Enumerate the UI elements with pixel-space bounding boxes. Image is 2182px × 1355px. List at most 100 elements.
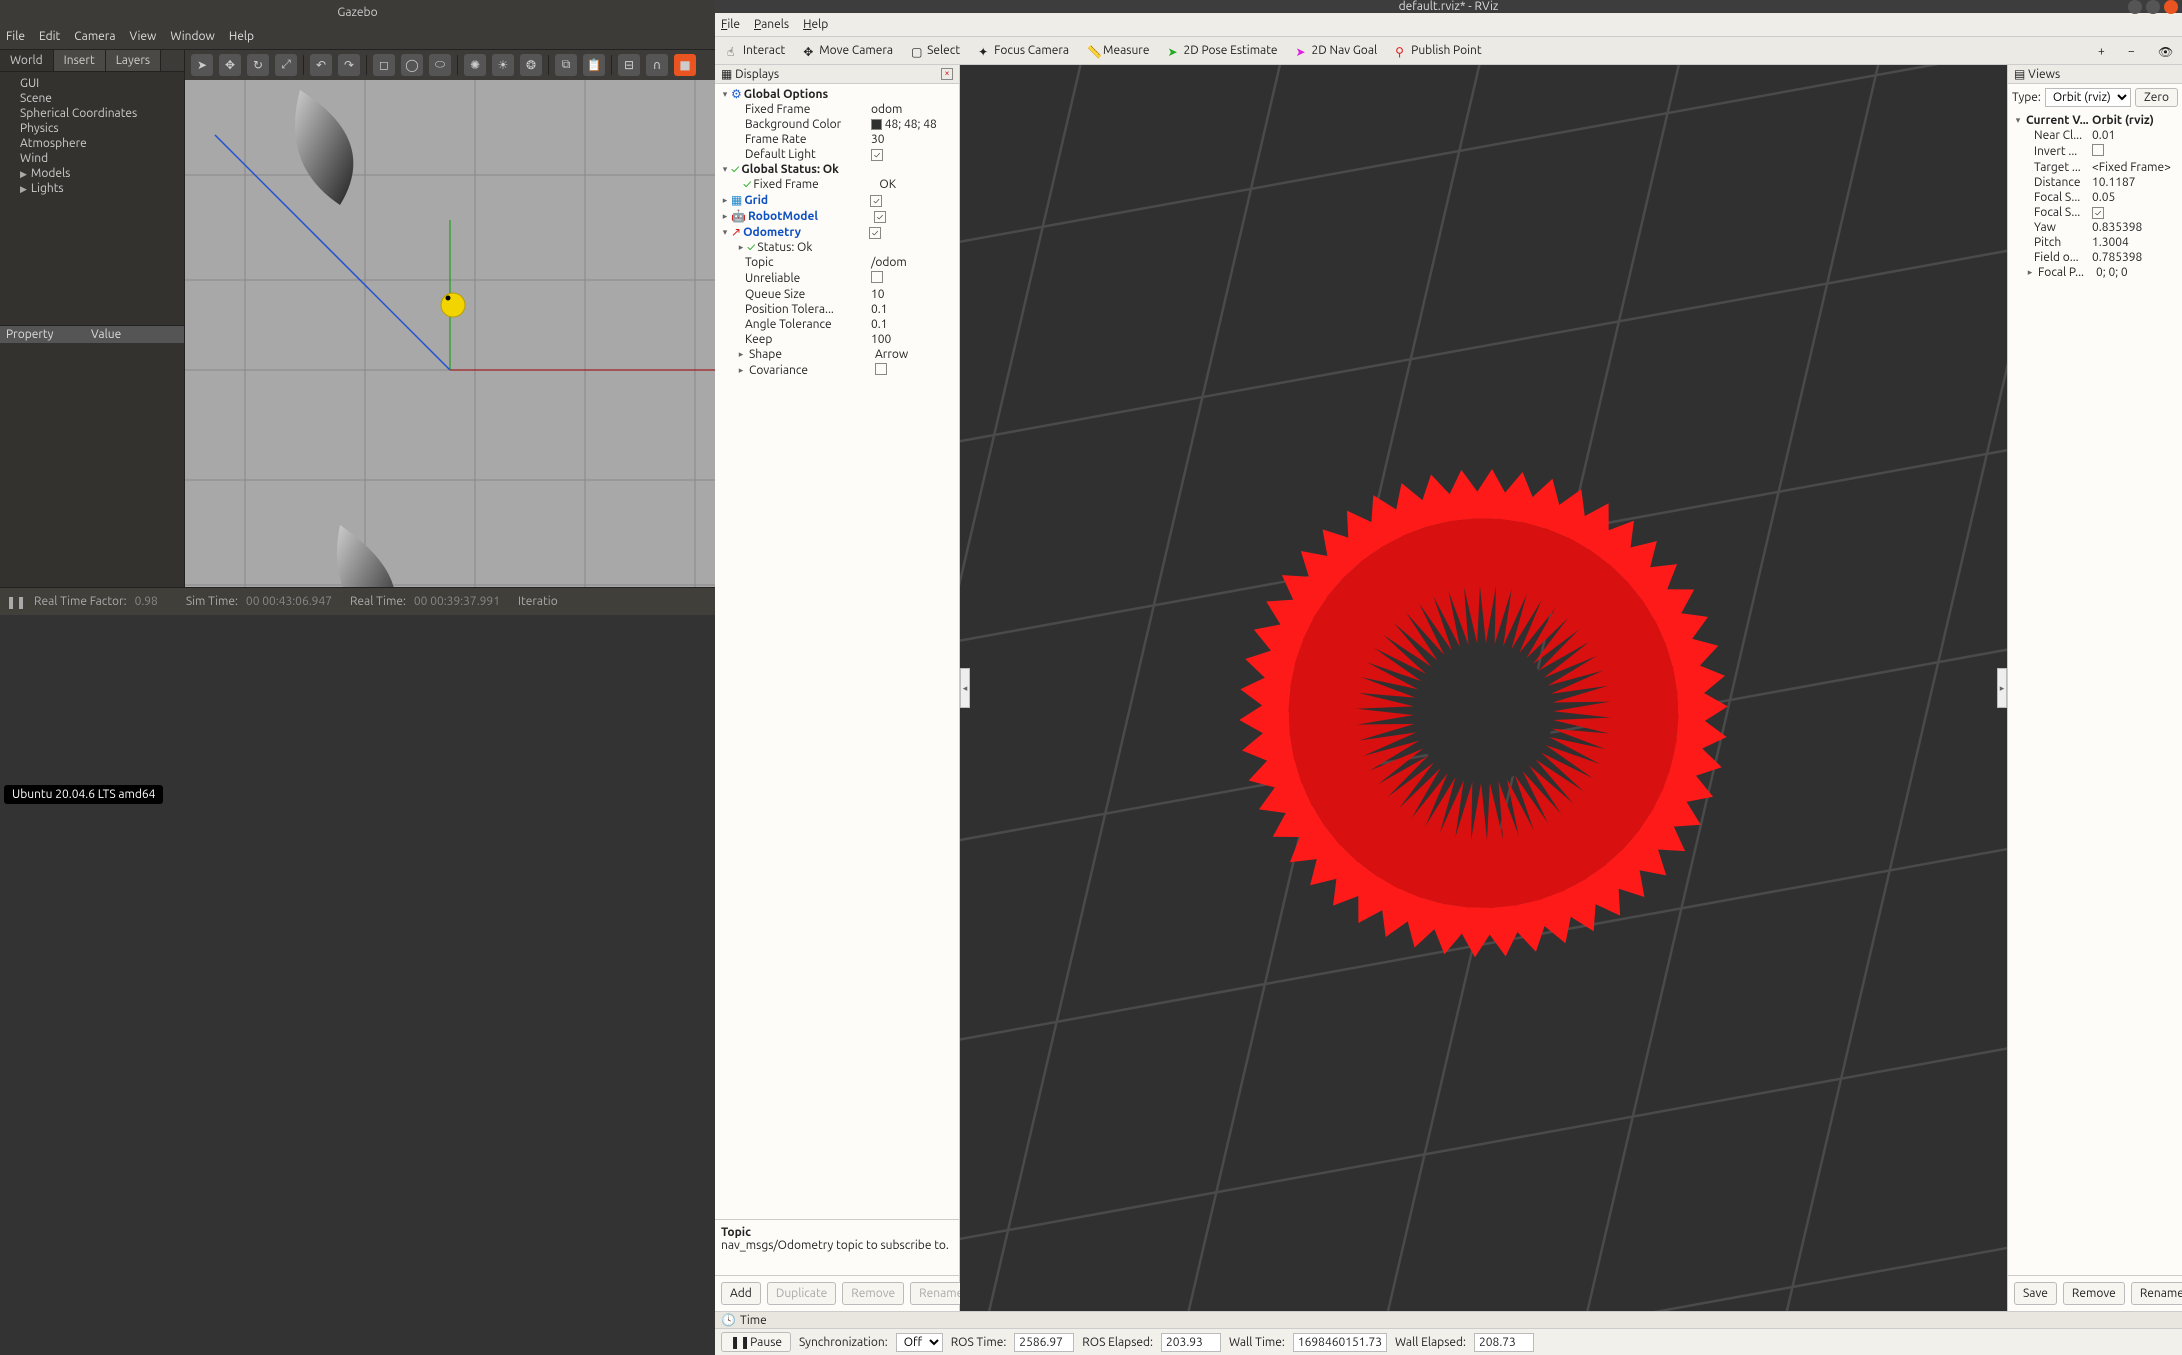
world-tree[interactable]: GUI Scene Spherical Coordinates Physics … bbox=[0, 72, 184, 325]
tool-light3[interactable]: ❂ bbox=[520, 54, 542, 76]
row-bgcolor[interactable]: Background Color bbox=[743, 118, 871, 131]
pause-button[interactable]: ❚❚Pause bbox=[721, 1332, 791, 1352]
checkbox-cov[interactable] bbox=[875, 363, 887, 375]
tree-lights[interactable]: Lights bbox=[8, 181, 176, 196]
color-swatch[interactable] bbox=[871, 119, 882, 130]
expand-icon[interactable]: ▾ bbox=[719, 164, 731, 175]
gz-menu-camera[interactable]: Camera bbox=[74, 30, 115, 43]
splitter-right-icon[interactable]: ▸ bbox=[1997, 668, 2007, 708]
tree-atmosphere[interactable]: Atmosphere bbox=[8, 136, 176, 151]
gz-menu-view[interactable]: View bbox=[130, 30, 157, 43]
tool-2dpose[interactable]: ➤2D Pose Estimate bbox=[1159, 40, 1285, 61]
expand-icon[interactable]: ▸ bbox=[735, 365, 747, 376]
gz-menu-edit[interactable]: Edit bbox=[39, 30, 60, 43]
displays-tree[interactable]: ▾⚙Global Options Fixed Frameodom Backgro… bbox=[715, 84, 959, 1219]
close-icon[interactable] bbox=[2164, 0, 2178, 14]
view-save-button[interactable]: Save bbox=[2014, 1282, 2057, 1305]
tool-align[interactable]: ⊟ bbox=[618, 54, 640, 76]
row-fixedframe[interactable]: Fixed Frame bbox=[743, 103, 871, 116]
gazebo-3d-scene[interactable] bbox=[185, 80, 715, 587]
expand-icon[interactable]: ▸ bbox=[735, 242, 747, 253]
row-distance[interactable]: Distance bbox=[2032, 176, 2092, 189]
sync-select[interactable]: Off bbox=[896, 1333, 943, 1352]
add-button[interactable]: Add bbox=[721, 1282, 761, 1305]
tool-cyl[interactable]: ⬭ bbox=[429, 54, 451, 76]
row-pitch[interactable]: Pitch bbox=[2032, 236, 2092, 249]
checkbox-invert[interactable] bbox=[2092, 144, 2104, 156]
checkbox-robotmodel[interactable]: ✓ bbox=[874, 211, 886, 223]
tool-box[interactable]: ◻ bbox=[373, 54, 395, 76]
tool-snap[interactable]: ∩ bbox=[646, 54, 668, 76]
row-yaw[interactable]: Yaw bbox=[2032, 221, 2092, 234]
tool-select[interactable]: ➤ bbox=[191, 54, 213, 76]
gz-menu-file[interactable]: File bbox=[6, 30, 25, 43]
pause-icon[interactable]: ❚❚ bbox=[6, 592, 26, 612]
splitter-left-icon[interactable]: ◂ bbox=[960, 668, 970, 708]
row-angtol[interactable]: Angle Tolerance bbox=[743, 318, 871, 331]
tool-add-display[interactable]: + bbox=[2090, 41, 2118, 61]
tool-light2[interactable]: ☀ bbox=[492, 54, 514, 76]
row-grid[interactable]: Grid bbox=[742, 194, 870, 207]
panel-close-icon[interactable]: × bbox=[941, 68, 953, 80]
row-focalp[interactable]: Focal P... bbox=[2036, 266, 2096, 279]
expand-icon[interactable]: ▸ bbox=[719, 211, 731, 222]
row-unreliable[interactable]: Unreliable bbox=[743, 272, 871, 285]
row-field[interactable]: Field o... bbox=[2032, 251, 2092, 264]
gz-menu-help[interactable]: Help bbox=[229, 30, 254, 43]
tool-movecam[interactable]: ✥Move Camera bbox=[795, 40, 901, 61]
expand-icon[interactable]: ▾ bbox=[2012, 115, 2024, 126]
tool-focus[interactable]: ✦Focus Camera bbox=[970, 40, 1077, 61]
row-keep[interactable]: Keep bbox=[743, 333, 871, 346]
tool-undo[interactable]: ↶ bbox=[310, 54, 332, 76]
expand-icon[interactable]: ▾ bbox=[719, 227, 731, 238]
expand-icon[interactable]: ▾ bbox=[719, 89, 731, 100]
checkbox-deflight[interactable]: ✓ bbox=[871, 149, 883, 161]
tab-layers[interactable]: Layers bbox=[106, 50, 161, 71]
tree-physics[interactable]: Physics bbox=[8, 121, 176, 136]
row-framerate[interactable]: Frame Rate bbox=[743, 133, 871, 146]
tool-eye[interactable]: 👁 bbox=[2150, 41, 2178, 61]
zero-button[interactable]: Zero bbox=[2135, 88, 2178, 107]
tool-paste[interactable]: 📋 bbox=[583, 54, 605, 76]
row-nearclip[interactable]: Near Cl... bbox=[2032, 129, 2092, 142]
row-statusok[interactable]: Status: Ok bbox=[755, 241, 883, 254]
tree-scene[interactable]: Scene bbox=[8, 91, 176, 106]
row-global-options[interactable]: Global Options bbox=[742, 88, 870, 101]
tool-2dnav[interactable]: ➤2D Nav Goal bbox=[1288, 40, 1386, 61]
tree-wind[interactable]: Wind bbox=[8, 151, 176, 166]
tool-measure[interactable]: 📏Measure bbox=[1079, 40, 1157, 61]
view-rename-button[interactable]: Rename bbox=[2131, 1282, 2182, 1305]
row-globalstatus[interactable]: Global Status: Ok bbox=[739, 163, 867, 176]
rv-menu-panels[interactable]: Panels bbox=[754, 18, 789, 31]
gz-menu-window[interactable]: Window bbox=[170, 30, 214, 43]
rv-menu-help[interactable]: Help bbox=[803, 18, 828, 31]
tool-remove-display[interactable]: − bbox=[2120, 41, 2148, 61]
tool-scale[interactable]: ⤢ bbox=[275, 54, 297, 76]
tool-interact[interactable]: ☝Interact bbox=[719, 40, 793, 61]
rv-menu-file[interactable]: File bbox=[721, 18, 740, 31]
tab-world[interactable]: World bbox=[0, 50, 54, 71]
gazebo-viewport[interactable]: ➤ ✥ ↻ ⤢ ↶ ↷ ◻ ◯ ⬭ ✺ ☀ ❂ ⧉ 📋 ⊟ ∩ bbox=[185, 50, 715, 587]
checkbox-focal2[interactable]: ✓ bbox=[2092, 207, 2104, 219]
tool-light1[interactable]: ✺ bbox=[464, 54, 486, 76]
row-focal1[interactable]: Focal S... bbox=[2032, 191, 2092, 204]
expand-icon[interactable]: ▸ bbox=[735, 349, 747, 360]
row-topic[interactable]: Topic bbox=[743, 256, 871, 269]
row-gs-fixedframe[interactable]: Fixed Frame bbox=[751, 178, 879, 191]
expand-icon[interactable]: ▸ bbox=[2024, 267, 2036, 278]
tool-record[interactable]: ■ bbox=[674, 54, 696, 76]
row-cov[interactable]: Covariance bbox=[747, 364, 875, 377]
row-target[interactable]: Target ... bbox=[2032, 161, 2092, 174]
remove-button[interactable]: Remove bbox=[842, 1282, 904, 1305]
row-focal2[interactable]: Focal S... bbox=[2032, 206, 2092, 219]
tool-rotate[interactable]: ↻ bbox=[247, 54, 269, 76]
tool-copy[interactable]: ⧉ bbox=[555, 54, 577, 76]
checkbox-unreliable[interactable] bbox=[871, 271, 883, 283]
row-postol[interactable]: Position Tolera... bbox=[743, 303, 871, 316]
row-queue[interactable]: Queue Size bbox=[743, 288, 871, 301]
checkbox-grid[interactable]: ✓ bbox=[870, 195, 882, 207]
tree-sphcoord[interactable]: Spherical Coordinates bbox=[8, 106, 176, 121]
row-invert[interactable]: Invert ... bbox=[2032, 145, 2092, 158]
tab-insert[interactable]: Insert bbox=[54, 50, 106, 71]
tool-redo[interactable]: ↷ bbox=[338, 54, 360, 76]
